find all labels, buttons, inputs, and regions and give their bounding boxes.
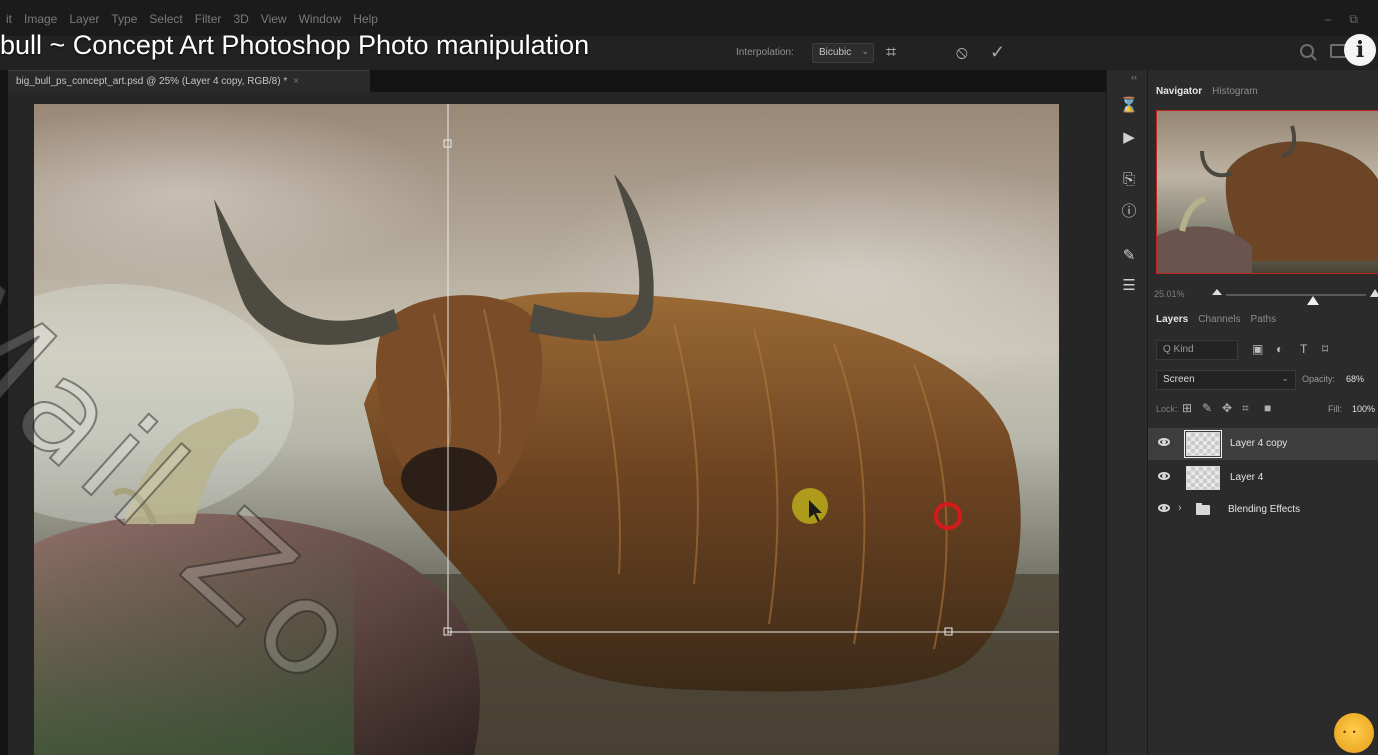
interpolation-select[interactable]: Bicubic ⌄ xyxy=(812,43,874,63)
layers-tabs: Layers Channels Paths xyxy=(1156,314,1276,325)
eye-icon[interactable] xyxy=(1158,438,1170,446)
group-name: Blending Effects xyxy=(1228,504,1301,515)
pixel-filter-icon[interactable]: ▣ xyxy=(1252,342,1263,356)
tab-paths[interactable]: Paths xyxy=(1251,314,1277,325)
fill-input[interactable]: 100% xyxy=(1352,404,1375,414)
folder-icon xyxy=(1196,503,1210,515)
menu-item-view[interactable]: View xyxy=(261,12,287,26)
panel-icon-strip: ‹‹ ⌛ ▶ ⎘ ⓘ ✎ ☰ xyxy=(1106,70,1148,755)
lock-transparency-icon[interactable]: ⊞ xyxy=(1182,401,1192,415)
layer-kind-filter[interactable]: Q Kind xyxy=(1156,340,1238,360)
warp-icon[interactable]: ⌗ xyxy=(886,42,896,62)
commit-transform-icon[interactable]: ✓ xyxy=(990,42,1005,62)
libraries-icon[interactable]: ⎘ xyxy=(1119,170,1139,190)
adjustments-icon[interactable]: ☰ xyxy=(1119,276,1139,296)
menu-item-3d[interactable]: 3D xyxy=(233,12,248,26)
eye-icon[interactable] xyxy=(1158,504,1170,512)
menu-item-window[interactable]: Window xyxy=(299,12,342,26)
minimize-button[interactable]: – xyxy=(1325,12,1332,27)
lock-all-icon[interactable]: ■ xyxy=(1264,401,1271,415)
chevron-down-icon: ⌄ xyxy=(861,46,869,56)
lock-artboard-icon[interactable]: ⌗ xyxy=(1242,401,1249,416)
menu-item-type[interactable]: Type xyxy=(111,12,137,26)
chevron-down-icon: ⌄ xyxy=(1281,373,1289,383)
adjustment-filter-icon[interactable]: ◐ xyxy=(1276,342,1283,356)
eye-icon[interactable] xyxy=(1158,472,1170,480)
layer-row-layer-4-copy[interactable]: Layer 4 copy xyxy=(1148,428,1378,460)
actions-play-icon[interactable]: ▶ xyxy=(1119,128,1139,148)
fill-label: Fill: xyxy=(1328,404,1342,414)
layer-name: Layer 4 xyxy=(1230,472,1264,483)
zoom-in-icon[interactable] xyxy=(1370,289,1378,297)
chevron-right-icon[interactable]: › xyxy=(1178,502,1182,514)
menu-item-layer[interactable]: Layer xyxy=(69,12,99,26)
opacity-label: Opacity: xyxy=(1302,374,1336,384)
search-icon[interactable] xyxy=(1300,44,1314,58)
lock-row: Lock: ⊞ ✎ ✥ ⌗ ■ Fill: 100% xyxy=(1156,401,1378,420)
collapse-panels-icon[interactable]: ‹‹ xyxy=(1131,72,1137,82)
history-icon[interactable]: ⌛ xyxy=(1119,96,1139,116)
cancel-transform-icon[interactable]: ⦸ xyxy=(956,42,968,62)
menu-item-filter[interactable]: Filter xyxy=(195,12,222,26)
shape-filter-icon[interactable]: ⌑ xyxy=(1322,342,1328,356)
brush-settings-icon[interactable]: ✎ xyxy=(1119,246,1139,266)
emoji-badge-icon: • • xyxy=(1334,713,1374,753)
navigator-thumbnail xyxy=(1157,125,1378,273)
type-filter-icon[interactable]: T xyxy=(1300,342,1307,356)
lock-position-icon[interactable]: ✥ xyxy=(1222,401,1232,415)
layer-name: Layer 4 copy xyxy=(1230,438,1288,449)
navigator-preview[interactable] xyxy=(1156,110,1378,274)
tab-navigator[interactable]: Navigator xyxy=(1156,86,1202,97)
blend-mode-select[interactable]: Screen ⌄ xyxy=(1156,370,1296,390)
layer-thumbnail xyxy=(1186,466,1220,490)
panels-dock: Navigator Histogram 25.01% Layers Channe… xyxy=(1148,70,1378,755)
layer-row-layer-4[interactable]: Layer 4 xyxy=(1148,462,1378,494)
navigator-tabs: Navigator Histogram xyxy=(1156,86,1258,97)
tab-layers[interactable]: Layers xyxy=(1156,314,1188,325)
blend-mode-value: Screen xyxy=(1163,374,1195,385)
zoom-slider[interactable] xyxy=(1226,294,1366,305)
menu-item-edit[interactable]: it xyxy=(6,12,12,26)
tab-histogram[interactable]: Histogram xyxy=(1212,86,1258,97)
zoom-out-icon[interactable] xyxy=(1212,289,1222,295)
menu-item-image[interactable]: Image xyxy=(24,12,57,26)
close-icon[interactable]: × xyxy=(293,76,299,87)
layer-thumbnail xyxy=(1184,430,1222,458)
zoom-value[interactable]: 25.01% xyxy=(1154,289,1185,299)
lock-pixels-icon[interactable]: ✎ xyxy=(1202,401,1212,415)
window-controls: – ⧉ xyxy=(1325,12,1358,27)
interpolation-label: Interpolation: xyxy=(736,47,794,58)
zoom-slider-thumb[interactable] xyxy=(1306,296,1319,305)
layer-group-blending-effects[interactable]: › Blending Effects xyxy=(1148,494,1378,526)
navigator-zoom-row: 25.01% xyxy=(1154,286,1378,305)
layer-filter-row: Q Kind ▣ ◐ T ⌑ xyxy=(1156,340,1378,360)
menu-item-select[interactable]: Select xyxy=(149,12,182,26)
opacity-input[interactable]: 68% xyxy=(1346,374,1364,384)
lock-label: Lock: xyxy=(1156,404,1178,414)
info-icon[interactable]: i xyxy=(1344,34,1376,66)
menu-items: it Image Layer Type Select Filter 3D Vie… xyxy=(6,12,378,26)
restore-button[interactable]: ⧉ xyxy=(1349,12,1358,27)
document-tab[interactable]: big_bull_ps_concept_art.psd @ 25% (Layer… xyxy=(8,70,370,92)
video-title: bull ~ Concept Art Photoshop Photo manip… xyxy=(0,30,590,60)
info-circle-icon[interactable]: ⓘ xyxy=(1119,202,1139,222)
interpolation-value: Bicubic xyxy=(819,47,852,58)
menu-item-help[interactable]: Help xyxy=(353,12,378,26)
tab-channels[interactable]: Channels xyxy=(1198,314,1240,325)
document-tab-title: big_bull_ps_concept_art.psd @ 25% (Layer… xyxy=(16,76,288,87)
